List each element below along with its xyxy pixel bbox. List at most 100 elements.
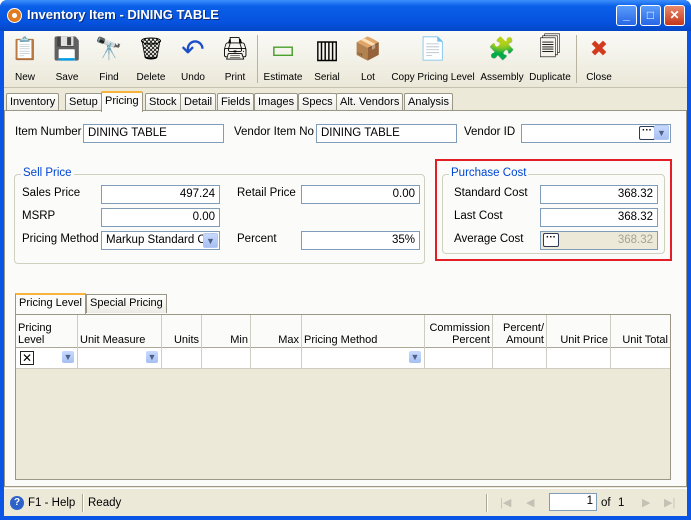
close-button[interactable]: ✕ — [664, 5, 685, 26]
last-page-icon[interactable]: ▶| — [664, 496, 675, 509]
tab-pricing[interactable]: Pricing — [101, 91, 143, 112]
undo-label: Undo — [181, 72, 205, 83]
toolbar-separator — [576, 35, 577, 83]
status-bar: ? F1 - Help Ready |◀ ◀ 1 of 1 ▶ ▶| — [4, 488, 687, 516]
vendor-id-lookup-button[interactable]: ··· — [639, 126, 655, 140]
cell-units[interactable] — [162, 348, 202, 368]
cell-pricing-level[interactable]: ✕ ▼ — [16, 348, 78, 368]
cell-min[interactable] — [202, 348, 251, 368]
cell-max[interactable] — [251, 348, 302, 368]
tab-analysis[interactable]: Analysis — [404, 93, 453, 111]
col-percent-amount[interactable]: Percent/ Amount — [493, 315, 547, 348]
next-page-icon[interactable]: ▶ — [642, 496, 650, 509]
sales-price-field[interactable]: 497.24 — [101, 185, 220, 204]
save-label: Save — [55, 72, 79, 83]
save-button[interactable]: 💾 Save — [49, 33, 85, 87]
subtab-pricing-level[interactable]: Pricing Level — [15, 293, 86, 314]
assembly-button[interactable]: 🧩 Assembly — [478, 33, 526, 87]
item-number-label: Item Number — [15, 126, 82, 138]
minimize-button[interactable]: _ — [616, 5, 637, 26]
page-number-input[interactable]: 1 — [549, 493, 597, 511]
estimate-label: Estimate — [263, 72, 303, 83]
pricing-level-grid: Pricing Level Unit Measure Units Min Max… — [15, 314, 671, 480]
tab-stock[interactable]: Stock — [145, 93, 181, 111]
item-number-field[interactable]: DINING TABLE — [83, 124, 224, 143]
delete-button[interactable]: 🗑 Delete — [132, 33, 170, 87]
last-cost-field[interactable]: 368.32 — [540, 208, 658, 227]
lot-label: Lot — [361, 72, 375, 83]
col-max[interactable]: Max — [251, 315, 302, 348]
duplicate-icon: 🗐 — [539, 34, 561, 59]
col-min[interactable]: Min — [202, 315, 251, 348]
help-label[interactable]: F1 - Help — [28, 497, 75, 509]
assembly-label: Assembly — [480, 72, 524, 83]
subtab-special-pricing[interactable]: Special Pricing — [86, 294, 167, 313]
cell-pricing-method[interactable]: ▼ — [302, 348, 425, 368]
chevron-down-icon[interactable]: ▼ — [146, 351, 158, 363]
col-unit-total[interactable]: Unit Total — [611, 315, 670, 348]
tab-specs[interactable]: Specs — [298, 93, 337, 111]
retail-price-label: Retail Price — [237, 187, 296, 199]
tab-detail[interactable]: Detail — [180, 93, 217, 111]
tab-inventory[interactable]: Inventory — [6, 93, 60, 111]
duplicate-button[interactable]: 🗐 Duplicate — [528, 33, 572, 87]
serial-button[interactable]: ▥ Serial — [309, 33, 345, 87]
last-cost-label: Last Cost — [454, 210, 503, 222]
status-text: Ready — [88, 497, 122, 509]
cell-percent-amount[interactable] — [493, 348, 547, 368]
estimate-icon: ▭ — [270, 33, 296, 64]
cell-unit-total[interactable] — [611, 348, 670, 368]
new-button[interactable]: 📋 New — [8, 33, 42, 87]
delete-row-icon[interactable]: ✕ — [20, 351, 34, 365]
msrp-field[interactable]: 0.00 — [101, 208, 220, 227]
col-commission-percent[interactable]: Commission Percent — [425, 315, 493, 348]
col-pricing-level[interactable]: Pricing Level — [16, 315, 78, 348]
col-unit-price[interactable]: Unit Price — [547, 315, 611, 348]
cell-commission-percent[interactable] — [425, 348, 493, 368]
estimate-button[interactable]: ▭ Estimate — [262, 33, 304, 87]
find-label: Find — [99, 72, 119, 83]
first-page-icon[interactable]: |◀ — [500, 496, 511, 509]
new-document-icon: 📋 — [11, 36, 39, 61]
average-cost-detail-button[interactable]: ··· — [543, 233, 559, 247]
close-label: Close — [586, 72, 612, 83]
boxes-icon: 📦 — [354, 36, 382, 61]
vendor-item-no-field[interactable]: DINING TABLE — [316, 124, 457, 143]
lot-button[interactable]: 📦 Lot — [350, 33, 386, 87]
cell-unit-price[interactable] — [547, 348, 611, 368]
chevron-down-icon[interactable]: ▼ — [62, 351, 74, 363]
percent-field[interactable]: 35% — [301, 231, 420, 250]
tab-setup[interactable]: Setup — [65, 93, 102, 111]
copy-pricing-level-button[interactable]: 📄 Copy Pricing Level — [391, 33, 475, 87]
pricing-method-label: Pricing Method — [22, 233, 99, 245]
tab-fields[interactable]: Fields — [217, 93, 255, 111]
sell-price-title: Sell Price — [21, 167, 74, 179]
help-icon[interactable]: ? — [10, 496, 24, 510]
find-button[interactable]: 🔭 Find — [92, 33, 126, 87]
serial-label: Serial — [314, 72, 340, 83]
retail-price-field[interactable]: 0.00 — [301, 185, 420, 204]
window-title: Inventory Item - DINING TABLE — [27, 7, 219, 22]
undo-button[interactable]: ↶ Undo — [175, 33, 211, 87]
title-bar[interactable]: Inventory Item - DINING TABLE _ □ ✕ — [0, 0, 691, 31]
tab-images[interactable]: Images — [254, 93, 299, 111]
maximize-button[interactable]: □ — [640, 5, 661, 26]
standard-cost-field[interactable]: 368.32 — [540, 185, 658, 204]
pricing-method-select[interactable]: Markup Standard C ▼ — [101, 231, 220, 250]
barcode-icon: ▥ — [314, 33, 340, 64]
print-button[interactable]: 🖨 Print — [217, 33, 253, 87]
table-row[interactable]: ✕ ▼ ▼ ▼ — [16, 348, 670, 369]
col-units[interactable]: Units — [162, 315, 202, 348]
previous-page-icon[interactable]: ◀ — [526, 496, 534, 509]
page-total: 1 — [618, 497, 625, 509]
col-unit-measure[interactable]: Unit Measure — [78, 315, 162, 348]
cell-unit-measure[interactable]: ▼ — [78, 348, 162, 368]
new-label: New — [14, 72, 35, 83]
main-tabs: Inventory Setup Pricing Stock Detail Fie… — [4, 91, 687, 112]
vendor-id-dropdown[interactable]: ▼ — [654, 125, 669, 140]
tab-alt-vendors[interactable]: Alt. Vendors — [336, 93, 404, 111]
chevron-down-icon[interactable]: ▼ — [409, 351, 421, 363]
col-pricing-method[interactable]: Pricing Method — [302, 315, 425, 348]
pricing-method-dropdown-icon[interactable]: ▼ — [203, 233, 218, 248]
close-toolbar-button[interactable]: ✖ Close — [582, 33, 616, 87]
